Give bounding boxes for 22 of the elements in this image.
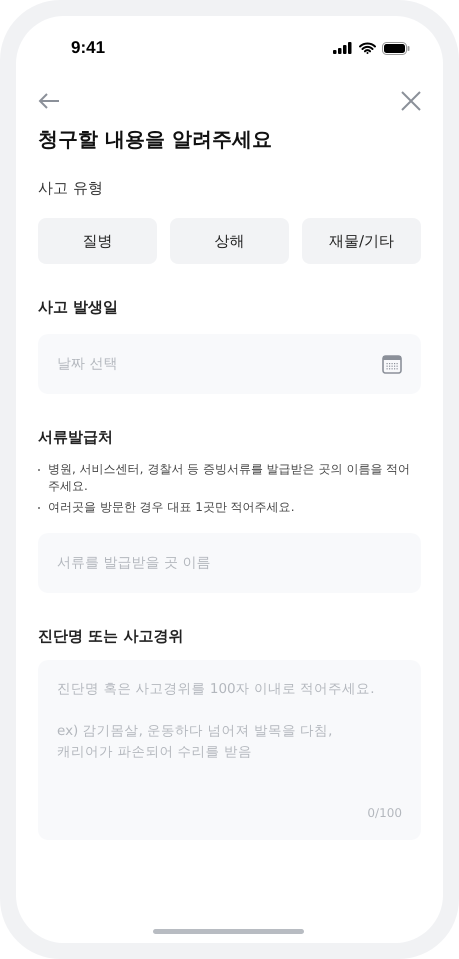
type-option[interactable]: 질병	[38, 218, 157, 264]
status-time: 9:41	[71, 38, 106, 58]
close-icon	[401, 91, 421, 111]
section-label: 서류발급처	[38, 427, 114, 447]
character-counter: 0/100	[367, 806, 402, 820]
type-option[interactable]: 상해	[170, 218, 289, 264]
wifi-icon	[359, 42, 376, 54]
page-title: 청구할 내용을 알려주세요	[38, 126, 273, 152]
section-label: 사고 발생일	[38, 297, 120, 317]
close-button[interactable]	[401, 91, 421, 111]
note-text: 여러곳을 방문한 경우 대표 1곳만 적어주세요.	[48, 499, 295, 516]
section-label: 진단명 또는 사고경위	[38, 626, 184, 646]
date-field[interactable]: 날짜 선택	[38, 334, 421, 394]
note-text: 병원, 서비스센터, 경찰서 등 증빙서류를 발급받은 곳의 이름을 적어주세요.	[48, 461, 412, 495]
calendar-icon	[382, 355, 402, 374]
type-option[interactable]: 재물/기타	[302, 218, 421, 264]
section-label: 사고 유형	[38, 178, 104, 198]
signal-icon	[333, 42, 353, 54]
battery-icon	[382, 42, 410, 54]
issuer-field[interactable]: 서류를 발급받을 곳 이름	[38, 533, 421, 593]
back-arrow-icon	[38, 93, 60, 109]
back-button[interactable]	[38, 93, 60, 109]
